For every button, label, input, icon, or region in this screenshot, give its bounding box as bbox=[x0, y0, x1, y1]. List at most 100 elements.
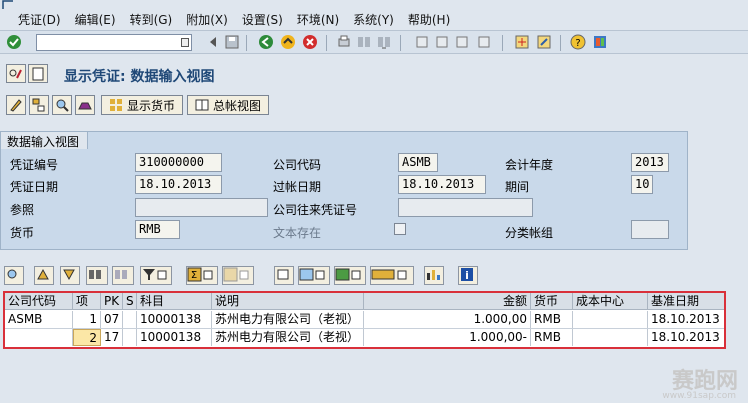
cell-special-gl bbox=[123, 329, 137, 346]
display-currency-button[interactable]: 显示货币 bbox=[101, 95, 183, 115]
binoculars-next-icon bbox=[115, 270, 127, 279]
table-row[interactable]: 2 17 10000138 苏州电力有限公司（老视） 1.000,00- RMB… bbox=[5, 329, 724, 347]
new-session-icon[interactable] bbox=[514, 34, 530, 50]
posting-date-field[interactable]: 18.10.2013 bbox=[398, 175, 486, 194]
currency-label: 货币 bbox=[10, 226, 35, 240]
general-ledger-view-button[interactable]: 总帐视图 bbox=[187, 95, 269, 115]
info-icon: i bbox=[461, 268, 473, 282]
general-ledger-view-label: 总帐视图 bbox=[212, 98, 261, 113]
grid-find-next-button[interactable] bbox=[112, 266, 134, 285]
col-currency[interactable]: 货币 bbox=[531, 293, 573, 310]
menu-system[interactable]: 系统(Y) bbox=[353, 11, 394, 28]
binoculars-icon bbox=[89, 270, 101, 279]
layout-menu-icon[interactable] bbox=[592, 34, 608, 50]
doc-number-field[interactable]: 310000000 bbox=[135, 153, 222, 172]
line-items-grid: 公司代码 项 PK S 科目 说明 金额 货币 成本中心 基准日期 ASMB 1… bbox=[3, 291, 726, 349]
grid-chart-button[interactable] bbox=[424, 266, 444, 285]
text-exists-label: 文本存在 bbox=[273, 226, 322, 240]
previous-page-icon[interactable] bbox=[434, 34, 450, 50]
edit-pencil-button[interactable] bbox=[6, 95, 26, 115]
text-exists-checkbox[interactable] bbox=[394, 223, 406, 235]
shortcut-icon[interactable] bbox=[536, 34, 552, 50]
col-special-gl[interactable]: S bbox=[123, 293, 137, 310]
intercompany-field[interactable] bbox=[398, 198, 533, 217]
reference-field[interactable] bbox=[135, 198, 268, 217]
grid-total-button[interactable]: Σ bbox=[186, 266, 218, 285]
cell-company-code: ASMB bbox=[5, 311, 73, 328]
grid-sort-descending-button[interactable] bbox=[60, 266, 80, 285]
grid-export-button[interactable] bbox=[334, 266, 366, 285]
grid-layout-button[interactable] bbox=[370, 266, 414, 285]
application-toolbar: 显示货币 总帐视图 bbox=[0, 91, 748, 119]
grid-details-button[interactable] bbox=[4, 266, 24, 285]
col-item[interactable]: 项 bbox=[73, 293, 101, 310]
menu-help[interactable]: 帮助(H) bbox=[408, 11, 450, 28]
find-icon[interactable] bbox=[356, 34, 372, 50]
svg-text:i: i bbox=[465, 269, 469, 282]
table-row[interactable]: ASMB 1 07 10000138 苏州电力有限公司（老视） 1.000,00… bbox=[5, 311, 724, 329]
menu-goto[interactable]: 转到(G) bbox=[130, 11, 173, 28]
overview-button[interactable] bbox=[52, 95, 72, 115]
grid-print-button[interactable] bbox=[274, 266, 294, 285]
display-currency-label: 显示货币 bbox=[126, 98, 175, 113]
col-cost-center[interactable]: 成本中心 bbox=[573, 293, 648, 310]
reference-label: 参照 bbox=[10, 203, 35, 217]
currency-icon bbox=[109, 99, 122, 111]
data-entry-view-tab[interactable]: 数据输入视图 bbox=[0, 131, 89, 149]
save-icon[interactable] bbox=[224, 34, 240, 50]
cell-item: 1 bbox=[73, 311, 101, 328]
help-icon[interactable]: ? bbox=[570, 34, 586, 50]
fiscal-year-field[interactable]: 2013 bbox=[631, 153, 669, 172]
find-next-icon[interactable] bbox=[376, 34, 392, 50]
period-field[interactable]: 10 bbox=[631, 175, 653, 194]
export-icon bbox=[335, 268, 361, 281]
menu-edit[interactable]: 编辑(E) bbox=[75, 11, 116, 28]
enter-check-icon[interactable] bbox=[6, 34, 22, 50]
other-document-button[interactable] bbox=[28, 64, 48, 83]
grid-info-button[interactable]: i bbox=[458, 266, 478, 285]
exit-icon[interactable] bbox=[280, 34, 296, 50]
menu-environment[interactable]: 环境(N) bbox=[297, 11, 339, 28]
collapse-arrow-icon[interactable] bbox=[205, 34, 221, 50]
col-posting-key[interactable]: PK bbox=[101, 293, 123, 310]
first-page-icon[interactable] bbox=[414, 34, 430, 50]
command-history-icon[interactable] bbox=[181, 38, 189, 47]
col-description[interactable]: 说明 bbox=[212, 293, 364, 310]
cancel-icon[interactable] bbox=[302, 34, 318, 50]
grid-filter-button[interactable] bbox=[140, 266, 172, 285]
document-header-button[interactable] bbox=[75, 95, 95, 115]
grid-find-button[interactable] bbox=[86, 266, 108, 285]
grid-views-button[interactable] bbox=[298, 266, 330, 285]
sap-corner-icon bbox=[2, 0, 13, 9]
command-field[interactable] bbox=[36, 34, 192, 51]
cell-item-selected[interactable]: 2 bbox=[73, 329, 101, 346]
menu-settings[interactable]: 设置(S) bbox=[242, 11, 283, 28]
magnifier-icon bbox=[56, 99, 69, 112]
menu-extras[interactable]: 附加(X) bbox=[186, 11, 228, 28]
col-account[interactable]: 科目 bbox=[137, 293, 212, 310]
doc-date-field[interactable]: 18.10.2013 bbox=[135, 175, 222, 194]
period-label: 期间 bbox=[505, 180, 530, 194]
menu-document[interactable]: 凭证(D) bbox=[18, 11, 61, 28]
display-change-button[interactable] bbox=[6, 64, 26, 83]
views-icon bbox=[299, 268, 325, 281]
col-company-code[interactable]: 公司代码 bbox=[5, 293, 73, 310]
grid-sort-ascending-button[interactable] bbox=[34, 266, 54, 285]
menu-bar: 凭证(D) 编辑(E) 转到(G) 附加(X) 设置(S) 环境(N) 系统(Y… bbox=[0, 0, 748, 30]
svg-text:Σ: Σ bbox=[191, 270, 197, 281]
print-icon[interactable] bbox=[336, 34, 352, 50]
last-page-icon[interactable] bbox=[476, 34, 492, 50]
currency-field[interactable]: RMB bbox=[135, 220, 180, 239]
col-amount[interactable]: 金额 bbox=[364, 293, 531, 310]
cell-account: 10000138 bbox=[137, 329, 212, 346]
doc-date-label: 凭证日期 bbox=[10, 180, 59, 194]
grid-subtotal-button[interactable] bbox=[222, 266, 254, 285]
cell-amount: 1.000,00- bbox=[364, 329, 531, 346]
back-icon[interactable] bbox=[258, 34, 274, 50]
company-code-field[interactable]: ASMB bbox=[398, 153, 438, 172]
next-page-icon[interactable] bbox=[454, 34, 470, 50]
col-baseline-date[interactable]: 基准日期 bbox=[648, 293, 724, 310]
ledger-group-field[interactable] bbox=[631, 220, 669, 239]
hierarchy-button[interactable] bbox=[29, 95, 49, 115]
grid-toolbar: Σ i bbox=[0, 264, 748, 288]
